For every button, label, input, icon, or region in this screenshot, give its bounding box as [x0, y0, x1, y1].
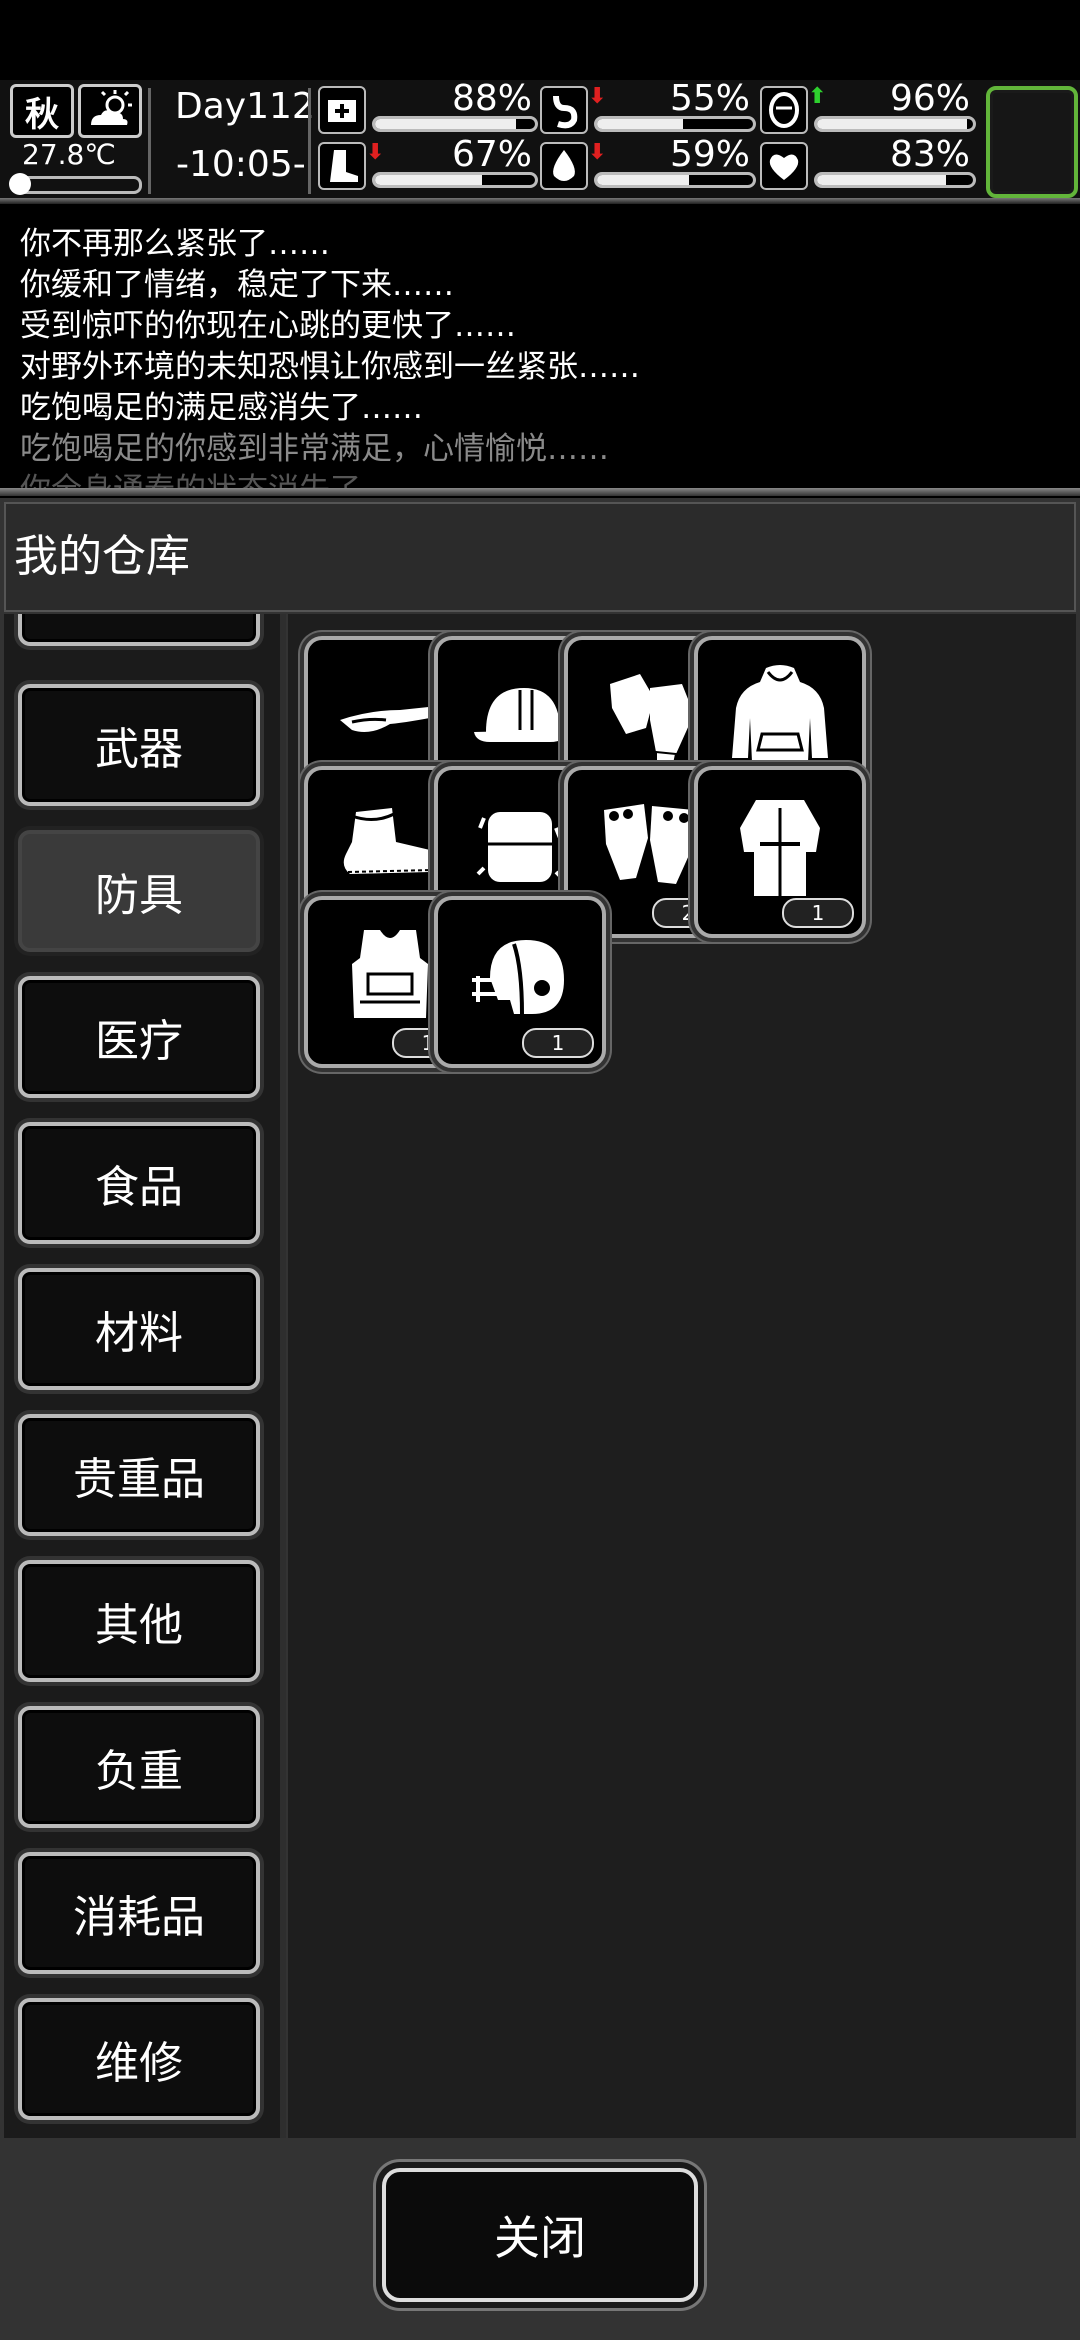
- stat-value: 96%: [889, 78, 970, 119]
- log-line: 吃饱喝足的满足感消失了……: [20, 390, 423, 426]
- stat-bar-fill: [817, 175, 947, 185]
- trend-up-icon: ⬆: [808, 84, 827, 109]
- mind-icon: [760, 86, 808, 134]
- fur-coat-icon: [740, 800, 820, 896]
- fur-hat-icon: [476, 812, 564, 882]
- panel-title: 我的仓库: [4, 502, 1076, 612]
- stat-bar-fill: [597, 119, 683, 129]
- trend-down-icon: ⬇: [588, 140, 607, 165]
- fingerless-gloves-icon: [610, 674, 694, 766]
- category-load[interactable]: 负重: [18, 1706, 260, 1828]
- stat-bar-fill: [817, 119, 967, 129]
- temperature-readout: 27.8℃: [22, 138, 116, 171]
- category-medical[interactable]: 医疗: [18, 976, 260, 1098]
- temperature-gauge: [9, 173, 142, 195]
- boot-icon: [318, 142, 366, 190]
- stat-value: 83%: [889, 134, 970, 175]
- bulletproof-vest-icon: [352, 930, 428, 1018]
- category-food[interactable]: 食品: [18, 1122, 260, 1244]
- day-counter: Day112: [175, 86, 315, 127]
- hoodie-icon: [732, 665, 828, 762]
- stat-bar: [372, 116, 538, 132]
- partly-cloudy-icon: [78, 84, 142, 138]
- stat-bar: [372, 172, 538, 188]
- stat-bar-fill: [375, 175, 483, 185]
- heart-icon: [760, 142, 808, 190]
- stat-value: 59%: [669, 134, 750, 175]
- log-line: 对野外环境的未知恐惧让你感到一丝紧张……: [20, 349, 640, 385]
- category-button-partial[interactable]: [18, 614, 260, 646]
- medkit-icon: [318, 86, 366, 134]
- category-valuables[interactable]: 贵重品: [18, 1414, 260, 1536]
- stat-bar: [594, 116, 756, 132]
- category-other[interactable]: 其他: [18, 1560, 260, 1682]
- item-grid: 1 2 1 1 1: [288, 614, 1076, 2138]
- trend-down-icon: ⬇: [588, 84, 607, 109]
- category-consumables[interactable]: 消耗品: [18, 1852, 260, 1974]
- log-line: 你缓和了情绪，稳定了下来……: [20, 267, 454, 303]
- quick-slot[interactable]: [986, 86, 1078, 198]
- stat-bar: [814, 116, 976, 132]
- stat-bar: [594, 172, 756, 188]
- stat-bar-fill: [597, 175, 690, 185]
- stat-bar-fill: [375, 119, 516, 129]
- quantity-badge: 1: [522, 1028, 594, 1058]
- stat-value: 55%: [669, 78, 750, 119]
- divider: [148, 88, 151, 194]
- category-repair[interactable]: 维修: [18, 1998, 260, 2120]
- trend-down-icon: ⬇: [366, 140, 385, 165]
- football-helmet-icon: [472, 940, 564, 1015]
- fur-boots-icon: [343, 808, 434, 874]
- tactical-gloves-icon: [604, 804, 694, 884]
- category-weapons[interactable]: 武器: [18, 684, 260, 806]
- message-log: 你不再那么紧张了…… 你缓和了情绪，稳定了下来…… 受到惊吓的你现在心跳的更快了…: [0, 206, 1080, 492]
- category-armor[interactable]: 防具: [18, 830, 260, 952]
- clock: -10:05-: [176, 144, 306, 185]
- divider: [0, 488, 1080, 496]
- divider: [308, 88, 311, 194]
- stomach-icon: [540, 86, 588, 134]
- log-line: 吃饱喝足的你感到非常满足，心情愉悦……: [20, 431, 609, 467]
- water-drop-icon: [540, 142, 588, 190]
- category-sidebar[interactable]: 武器 防具 医疗 食品 材料 贵重品 其他 负重 消耗品 维修: [4, 614, 286, 2138]
- item-slot[interactable]: 1: [694, 766, 866, 938]
- stat-value: 88%: [451, 78, 532, 119]
- category-materials[interactable]: 材料: [18, 1268, 260, 1390]
- hard-hat-icon: [474, 688, 568, 742]
- item-slot[interactable]: 1: [434, 896, 606, 1068]
- quantity-badge: 1: [782, 898, 854, 928]
- log-line: 受到惊吓的你现在心跳的更快了……: [20, 308, 516, 344]
- close-button[interactable]: 关闭: [382, 2168, 698, 2302]
- season-badge: 秋: [10, 84, 74, 138]
- log-line: 你不再那么紧张了……: [20, 226, 330, 262]
- visor-cap-icon: [340, 706, 440, 732]
- stat-value: 67%: [451, 134, 532, 175]
- stat-bar: [814, 172, 976, 188]
